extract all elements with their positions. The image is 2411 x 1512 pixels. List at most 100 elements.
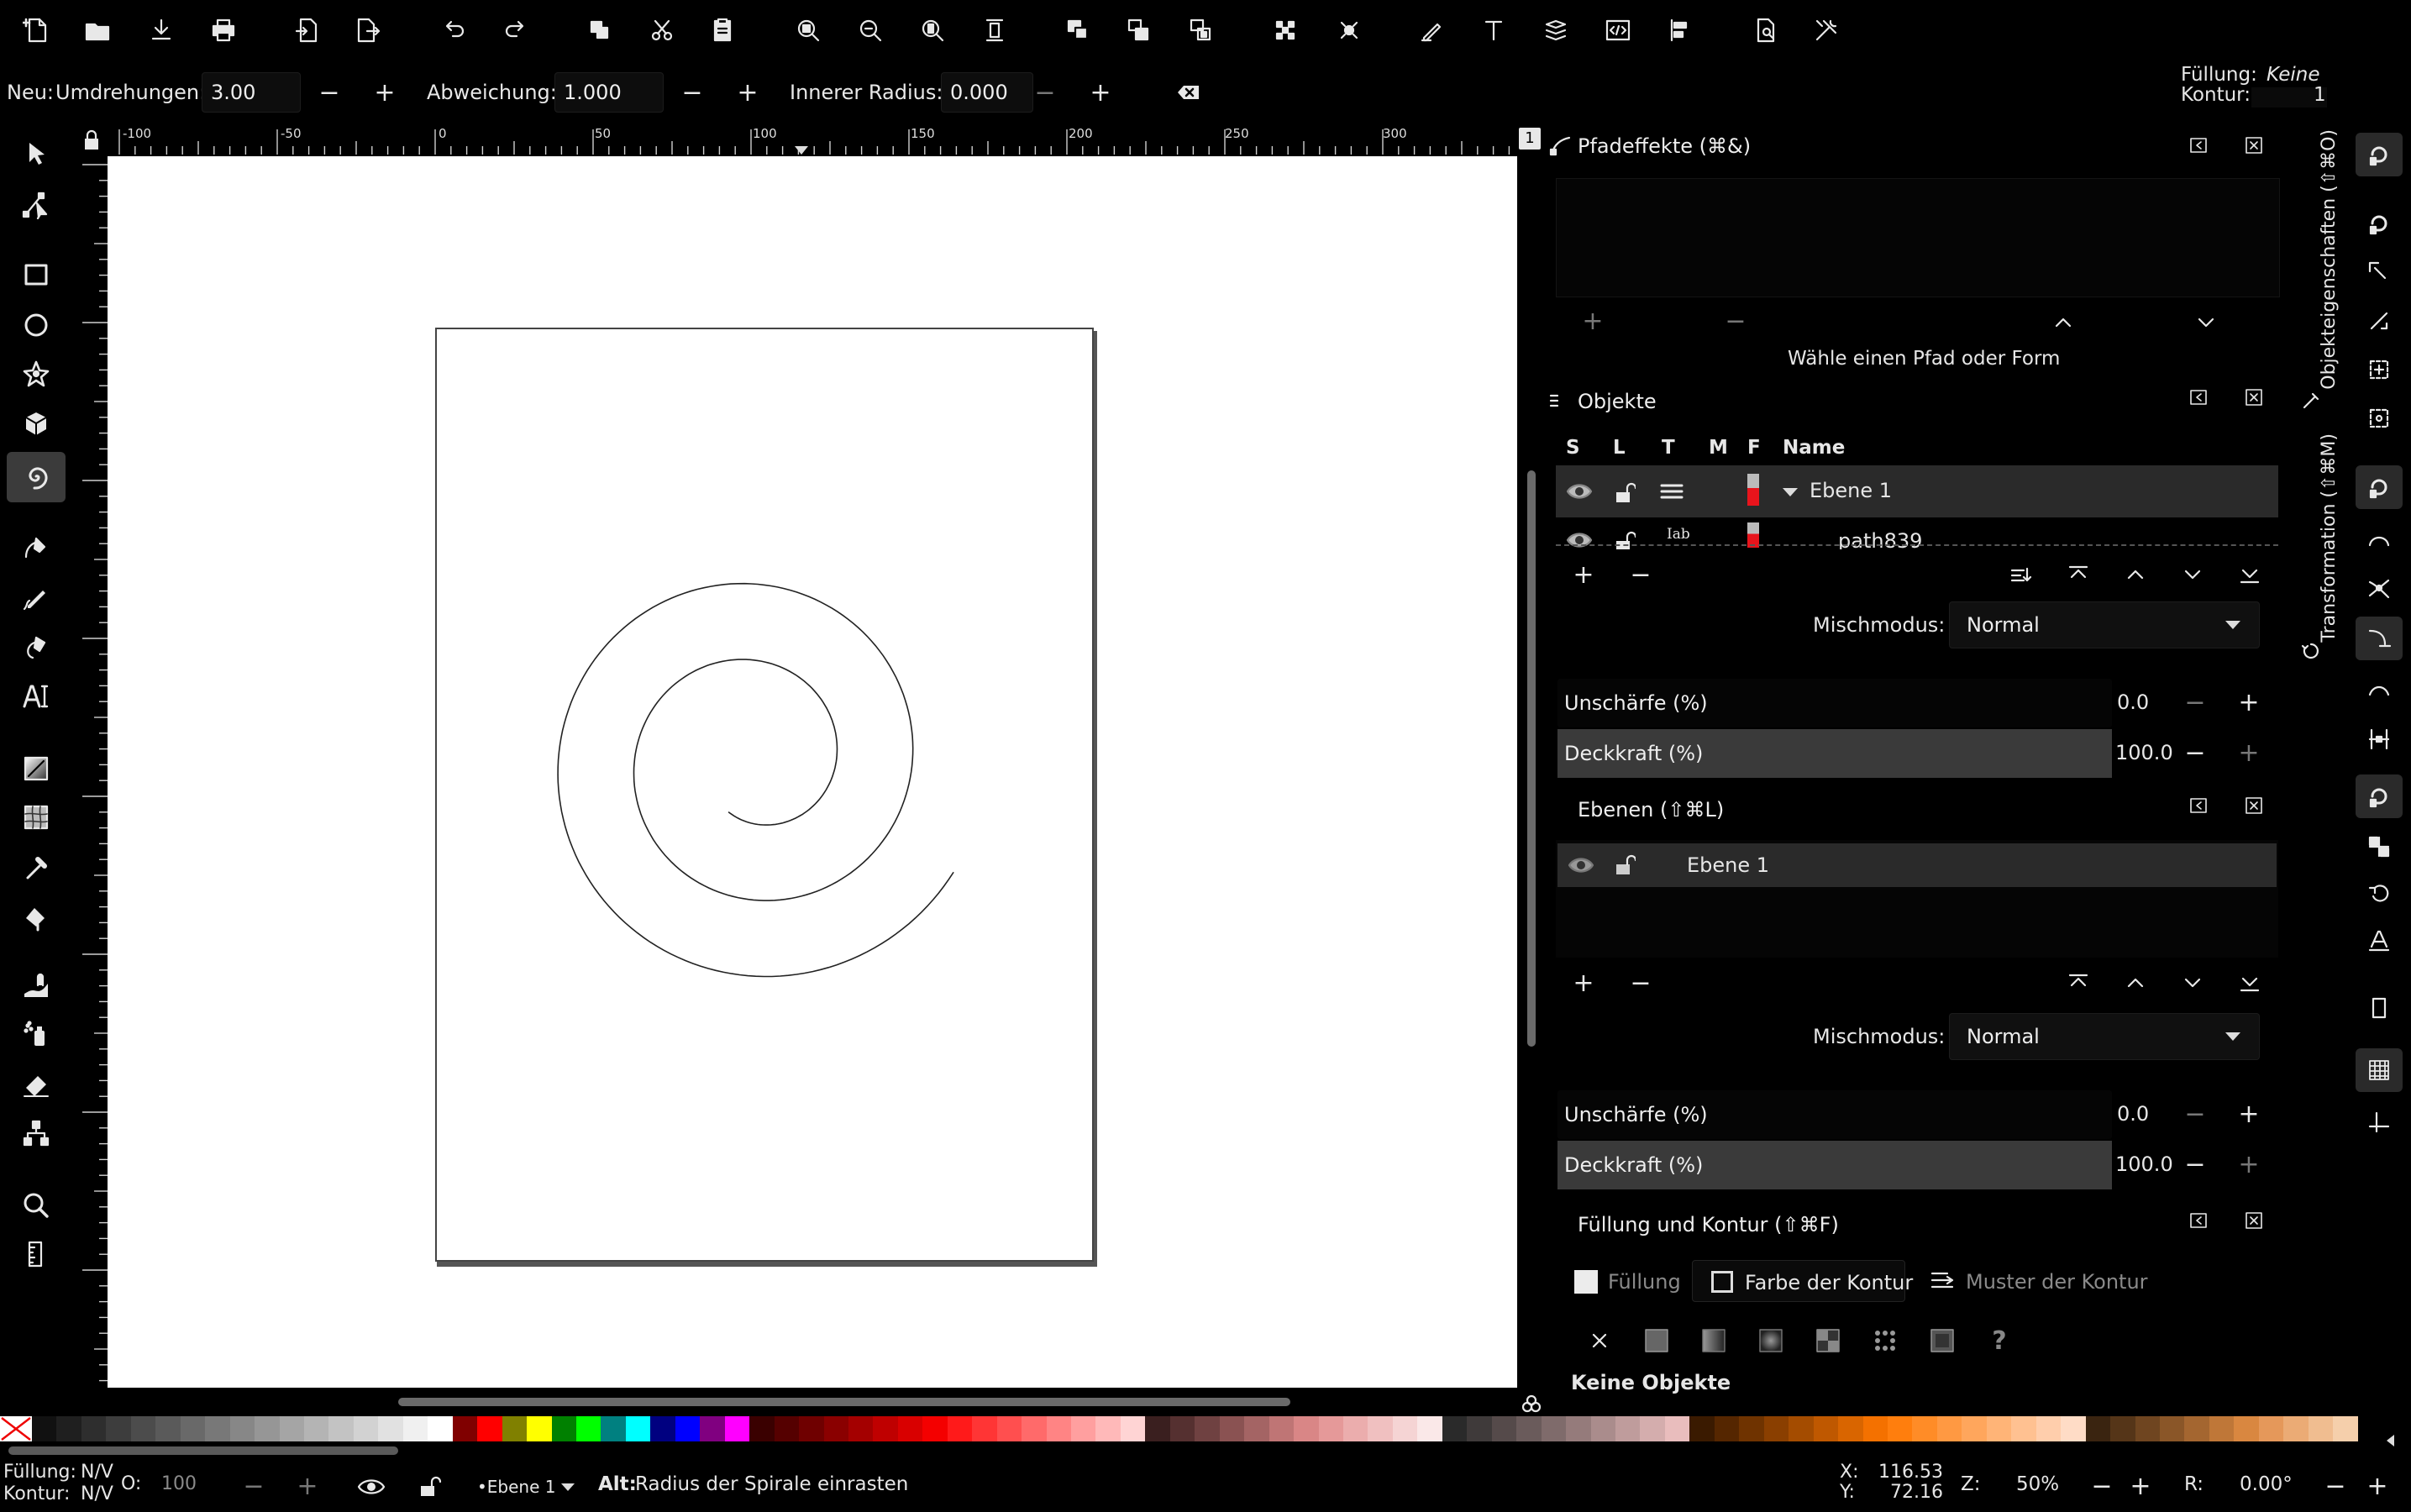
palette-swatch[interactable]	[2135, 1416, 2160, 1441]
palette-swatch[interactable]	[353, 1416, 379, 1441]
palette-swatch[interactable]	[1046, 1416, 1072, 1441]
pattern-icon[interactable]	[1810, 1322, 1846, 1359]
palette-swatch[interactable]	[1763, 1416, 1789, 1441]
palette-swatch[interactable]	[1368, 1416, 1393, 1441]
tab-fill[interactable]: Füllung	[1568, 1260, 1689, 1300]
path-effect-down-icon[interactable]	[2188, 304, 2225, 341]
palette-swatch[interactable]	[873, 1416, 898, 1441]
palette-swatch[interactable]	[1566, 1416, 1591, 1441]
palette-swatch[interactable]	[749, 1416, 775, 1441]
snap-paths-icon[interactable]	[2359, 517, 2399, 558]
turns-decrement-button[interactable]: −	[311, 74, 348, 111]
palette-swatch[interactable]	[724, 1416, 750, 1441]
pencil-tool-icon[interactable]	[17, 578, 55, 617]
node-tool-icon[interactable]	[17, 185, 55, 223]
palette-swatch[interactable]	[1195, 1416, 1220, 1441]
palette-menu-icon[interactable]	[2377, 1428, 2403, 1453]
zoom-tool-icon[interactable]	[17, 1186, 55, 1225]
palette-swatch[interactable]	[2333, 1416, 2358, 1441]
text-font-icon[interactable]	[1475, 12, 1512, 49]
objects-blur-slider[interactable]: Unschärfe (%)	[1557, 679, 2112, 727]
radial-gradient-icon[interactable]	[1752, 1322, 1789, 1359]
panel-dock-icon[interactable]	[2184, 131, 2213, 160]
zoom-page-icon[interactable]	[914, 12, 951, 49]
palette-swatch[interactable]	[700, 1416, 725, 1441]
snap-smooth-nodes-icon[interactable]	[2359, 669, 2399, 709]
calligraphy-tool-icon[interactable]	[17, 628, 55, 667]
canvas-vertical-scrollbar[interactable]	[1527, 470, 1536, 1047]
canvas-horizontal-scrollbar[interactable]	[398, 1398, 1290, 1406]
tab-object-properties[interactable]: Objekteigenschaften (⇧⌘O)	[2292, 126, 2340, 420]
palette-swatch[interactable]	[1516, 1416, 1542, 1441]
snap-others-icon[interactable]	[2359, 776, 2399, 816]
canvas-corner-badge[interactable]: 1	[1519, 128, 1541, 150]
inner-radius-input[interactable]: 0.000	[941, 72, 1033, 113]
lock-open-icon[interactable]	[1610, 479, 1640, 507]
divergence-input[interactable]: 1.000	[554, 72, 664, 113]
raise-icon[interactable]	[2117, 556, 2154, 593]
palette-swatch[interactable]	[1912, 1416, 1937, 1441]
palette-swatch[interactable]	[130, 1416, 156, 1441]
palette-swatch[interactable]	[56, 1416, 81, 1441]
import-icon[interactable]	[289, 12, 326, 49]
palette-scrollbar[interactable]	[8, 1446, 398, 1455]
panel-close-icon[interactable]	[2240, 383, 2268, 412]
3d-box-tool-icon[interactable]	[17, 405, 55, 444]
status-fill-value[interactable]: N/V	[81, 1462, 113, 1483]
palette-swatch[interactable]	[1269, 1416, 1295, 1441]
inner-radius-decrement-button[interactable]: −	[1027, 74, 1064, 111]
palette-swatch[interactable]	[1962, 1416, 1987, 1441]
palette-swatch[interactable]	[1219, 1416, 1245, 1441]
open-icon[interactable]	[79, 12, 116, 49]
palette-swatch[interactable]	[2234, 1416, 2259, 1441]
visibility-eye-icon[interactable]	[1564, 477, 1594, 506]
palette-swatch[interactable]	[922, 1416, 948, 1441]
paste-icon[interactable]	[704, 12, 741, 49]
vertical-ruler[interactable]	[79, 156, 108, 1391]
align-distribute-icon[interactable]	[1662, 12, 1699, 49]
snap-nodes-icon[interactable]	[2359, 467, 2399, 507]
palette-swatch[interactable]	[1294, 1416, 1319, 1441]
palette-swatch[interactable]	[1095, 1416, 1121, 1441]
star-tool-icon[interactable]	[17, 354, 55, 393]
snap-bbox-midpoints-icon[interactable]	[2359, 349, 2399, 390]
palette-swatch[interactable]	[996, 1416, 1022, 1441]
display-mode-icon[interactable]	[1519, 1391, 1544, 1416]
raise-to-top-icon[interactable]	[2060, 964, 2097, 1001]
remove-layer-button[interactable]: −	[1621, 964, 1660, 1001]
lower-icon[interactable]	[2174, 964, 2211, 1001]
fill-stroke-icon[interactable]	[1413, 12, 1450, 49]
export-icon[interactable]	[349, 12, 386, 49]
panel-close-icon[interactable]	[2240, 131, 2268, 160]
layers-opacity-increment[interactable]: +	[2230, 1144, 2268, 1184]
visibility-eye-icon[interactable]	[1564, 528, 1594, 549]
palette-swatch[interactable]	[1022, 1416, 1047, 1441]
raise-to-top-icon[interactable]	[2060, 556, 2097, 593]
palette-swatch[interactable]	[502, 1416, 528, 1441]
palette-swatch[interactable]	[823, 1416, 848, 1441]
palette-swatch[interactable]	[1664, 1416, 1690, 1441]
path-effect-add-button[interactable]: +	[1571, 302, 1615, 339]
layers-blur-slider[interactable]: Unschärfe (%)	[1557, 1090, 2112, 1139]
palette-swatch[interactable]	[1417, 1416, 1442, 1441]
zoom-out-button[interactable]: −	[2083, 1468, 2120, 1504]
path-effect-remove-button[interactable]: −	[1714, 302, 1757, 339]
col-t[interactable]: T	[1662, 437, 1675, 459]
ellipse-tool-icon[interactable]	[17, 306, 55, 344]
snap-bbox-edges-icon[interactable]	[2359, 252, 2399, 292]
palette-swatch[interactable]	[2011, 1416, 2036, 1441]
zoom-in-button[interactable]: +	[2122, 1468, 2159, 1504]
snap-bbox-corners-icon[interactable]	[2359, 301, 2399, 341]
tab-transform[interactable]: Transformation (⇧⌘M)	[2292, 430, 2340, 674]
path-effects-list[interactable]	[1556, 178, 2280, 297]
snap-bbox-centers-icon[interactable]	[2359, 398, 2399, 438]
palette-swatch[interactable]	[229, 1416, 255, 1441]
text-tool-icon[interactable]	[17, 677, 55, 716]
ungroup-icon[interactable]	[1121, 12, 1158, 49]
dropper-tool-icon[interactable]	[17, 848, 55, 887]
zoom-selection-icon[interactable]	[790, 12, 827, 49]
object-name[interactable]: Ebene 1	[1810, 479, 1892, 502]
style-stroke-width[interactable]: 1	[2314, 84, 2326, 106]
node-align-icon[interactable]	[1267, 12, 1304, 49]
paint-bucket-tool-icon[interactable]	[17, 897, 55, 936]
